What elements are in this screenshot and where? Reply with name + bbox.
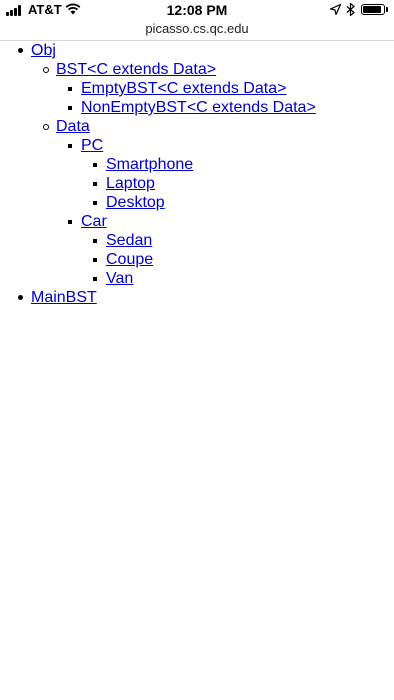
link-data[interactable]: Data xyxy=(56,118,90,135)
link-obj[interactable]: Obj xyxy=(31,42,56,59)
list-item: Sedan xyxy=(81,231,394,250)
bluetooth-icon xyxy=(346,3,355,16)
bullet-square xyxy=(93,239,97,243)
bullet-disc xyxy=(18,48,23,53)
link-mainbst[interactable]: MainBST xyxy=(31,289,97,306)
bullet-disc xyxy=(18,295,23,300)
list-item: Car Sedan Coupe Van xyxy=(56,212,394,288)
url-bar[interactable]: picasso.cs.qc.edu xyxy=(0,20,394,41)
obj-children: BST<C extends Data> EmptyBST<C extends D… xyxy=(31,60,394,288)
list-item: Desktop xyxy=(81,193,394,212)
link-nonemptybst[interactable]: NonEmptyBST<C extends Data> xyxy=(81,99,316,116)
list-item: NonEmptyBST<C extends Data> xyxy=(56,98,394,117)
battery-cap xyxy=(386,7,388,12)
battery-fill xyxy=(363,6,381,13)
bullet-square xyxy=(93,277,97,281)
page-content: Obj BST<C extends Data> EmptyBST<C exten… xyxy=(0,41,394,307)
bullet-square xyxy=(93,201,97,205)
list-item: Obj BST<C extends Data> EmptyBST<C exten… xyxy=(0,41,394,288)
link-smartphone[interactable]: Smartphone xyxy=(106,156,193,173)
bullet-square xyxy=(93,182,97,186)
status-bar: AT&T 12:08 PM xyxy=(0,0,394,20)
url-text: picasso.cs.qc.edu xyxy=(145,21,249,36)
bullet-square xyxy=(68,220,72,224)
bullet-square xyxy=(93,163,97,167)
battery-icon xyxy=(361,4,385,15)
bst-children: EmptyBST<C extends Data> NonEmptyBST<C e… xyxy=(56,79,394,117)
car-children: Sedan Coupe Van xyxy=(81,231,394,288)
link-sedan[interactable]: Sedan xyxy=(106,232,152,249)
list-item: PC Smartphone Laptop Desktop xyxy=(56,136,394,212)
link-pc[interactable]: PC xyxy=(81,137,103,154)
link-desktop[interactable]: Desktop xyxy=(106,194,165,211)
bullet-circle xyxy=(43,67,49,73)
list-item: Coupe xyxy=(81,250,394,269)
list-item: Van xyxy=(81,269,394,288)
bullet-square xyxy=(68,144,72,148)
link-bst[interactable]: BST<C extends Data> xyxy=(56,61,216,78)
list-item: Data PC Smartphone Laptop Desktop Car Se… xyxy=(31,117,394,288)
list-item: Laptop xyxy=(81,174,394,193)
link-van[interactable]: Van xyxy=(106,270,133,287)
link-emptybst[interactable]: EmptyBST<C extends Data> xyxy=(81,80,286,97)
link-coupe[interactable]: Coupe xyxy=(106,251,153,268)
bullet-square xyxy=(68,87,72,91)
bullet-square xyxy=(68,106,72,110)
location-arrow-icon xyxy=(330,4,341,15)
list-item: EmptyBST<C extends Data> xyxy=(56,79,394,98)
class-tree: Obj BST<C extends Data> EmptyBST<C exten… xyxy=(0,41,394,307)
list-item: BST<C extends Data> EmptyBST<C extends D… xyxy=(31,60,394,117)
data-children: PC Smartphone Laptop Desktop Car Sedan C… xyxy=(56,136,394,288)
list-item: Smartphone xyxy=(81,155,394,174)
pc-children: Smartphone Laptop Desktop xyxy=(81,155,394,212)
link-car[interactable]: Car xyxy=(81,213,107,230)
bullet-square xyxy=(93,258,97,262)
link-laptop[interactable]: Laptop xyxy=(106,175,155,192)
list-item: MainBST xyxy=(0,288,394,307)
bullet-circle xyxy=(43,124,49,130)
